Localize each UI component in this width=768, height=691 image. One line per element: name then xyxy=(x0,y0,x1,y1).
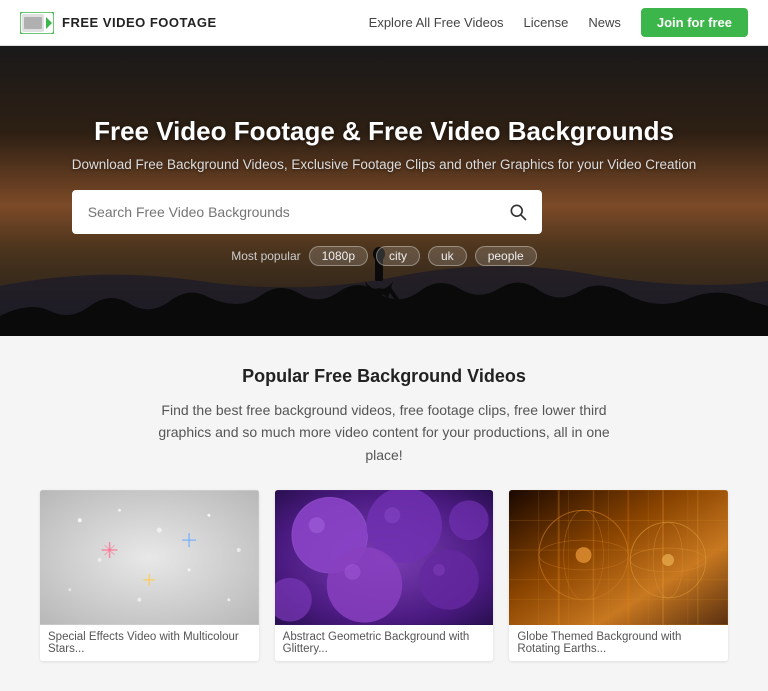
video-card-1[interactable]: Special Effects Video with Multicolour S… xyxy=(40,490,259,661)
hero-subtitle: Download Free Background Videos, Exclusi… xyxy=(72,157,697,172)
video-caption-2: Abstract Geometric Background with Glitt… xyxy=(275,625,494,661)
section-title: Popular Free Background Videos xyxy=(40,366,728,387)
video-card-3[interactable]: Globe Themed Background with Rotating Ea… xyxy=(509,490,728,661)
video-grid: Special Effects Video with Multicolour S… xyxy=(40,490,728,661)
hero-silhouette xyxy=(0,226,768,336)
video-thumb-3 xyxy=(509,490,728,625)
logo-icon xyxy=(20,12,54,34)
tag-uk[interactable]: uk xyxy=(428,246,467,266)
search-input[interactable] xyxy=(72,204,494,220)
nav-news[interactable]: News xyxy=(588,15,621,30)
tag-city[interactable]: city xyxy=(376,246,420,266)
video-caption-1: Special Effects Video with Multicolour S… xyxy=(40,625,259,661)
hero-section: Free Video Footage & Free Video Backgrou… xyxy=(0,46,768,336)
video-thumb-2 xyxy=(275,490,494,625)
hero-title: Free Video Footage & Free Video Backgrou… xyxy=(72,116,697,147)
video-card-2[interactable]: Abstract Geometric Background with Glitt… xyxy=(275,490,494,661)
video-caption-3: Globe Themed Background with Rotating Ea… xyxy=(509,625,728,661)
hero-content: Free Video Footage & Free Video Backgrou… xyxy=(32,116,737,234)
main-content: Popular Free Background Videos Find the … xyxy=(0,336,768,691)
hero-tags: Most popular 1080p city uk people xyxy=(231,246,536,266)
main-nav: Explore All Free Videos License News Joi… xyxy=(369,8,748,37)
search-bar xyxy=(72,190,542,234)
tags-label: Most popular xyxy=(231,249,300,263)
tag-people[interactable]: people xyxy=(475,246,537,266)
video-thumb-1 xyxy=(40,490,259,625)
logo-text: FREE VIDEO FOOTAGE xyxy=(62,15,217,30)
join-button[interactable]: Join for free xyxy=(641,8,748,37)
nav-license[interactable]: License xyxy=(524,15,569,30)
tag-1080p[interactable]: 1080p xyxy=(309,246,368,266)
section-desc: Find the best free background videos, fr… xyxy=(144,399,624,466)
search-icon xyxy=(508,202,528,222)
nav-explore[interactable]: Explore All Free Videos xyxy=(369,15,504,30)
logo[interactable]: FREE VIDEO FOOTAGE xyxy=(20,12,217,34)
search-button[interactable] xyxy=(494,190,542,234)
